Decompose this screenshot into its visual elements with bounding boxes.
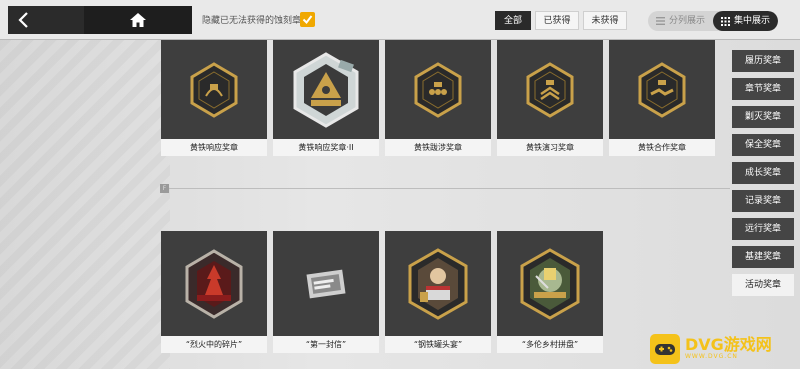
grid-icon xyxy=(721,16,731,26)
medal-card[interactable]: 黄铁演习奖章 xyxy=(497,40,603,156)
view-split-button[interactable]: 分列展示 xyxy=(648,11,713,31)
category-record[interactable]: 履历奖章 xyxy=(732,50,794,72)
medal-card[interactable]: 黄铁跋涉奖章 xyxy=(385,40,491,156)
watermark-title: DVG游戏网 xyxy=(685,335,772,354)
check-icon xyxy=(302,15,313,25)
village-platter-medal-icon xyxy=(520,247,580,320)
first-letter-medal-icon xyxy=(306,269,346,298)
medal-card[interactable]: “多伦乡村拼盘” xyxy=(497,231,603,353)
medal-name: “烈火中的碎片” xyxy=(161,336,267,353)
category-log[interactable]: 记录奖章 xyxy=(732,190,794,212)
category-growth[interactable]: 成长奖章 xyxy=(732,162,794,184)
filter-tabs: 全部 已获得 未获得 xyxy=(495,11,631,30)
category-base[interactable]: 基建奖章 xyxy=(732,246,794,268)
category-preservation[interactable]: 保全奖章 xyxy=(732,134,794,156)
bronze-trek-medal-icon xyxy=(414,61,462,118)
chevron-left-icon xyxy=(18,12,28,28)
view-split-label: 分列展示 xyxy=(669,16,706,26)
filter-all-tab[interactable]: 全部 xyxy=(495,11,531,30)
medal-name: 黄铁响应奖章·II xyxy=(273,139,379,156)
steel-can-feast-medal-icon xyxy=(408,247,468,320)
gamepad-icon xyxy=(650,333,680,364)
filter-unobtained-tab[interactable]: 未获得 xyxy=(583,11,627,30)
category-expedition[interactable]: 远行奖章 xyxy=(732,218,794,240)
section-divider xyxy=(160,188,730,189)
view-grid-button[interactable]: 集中展示 xyxy=(713,11,779,31)
bronze-drill-medal-icon xyxy=(526,61,574,118)
medal-card[interactable]: 黄铁响应奖章 xyxy=(161,40,267,156)
medal-card[interactable]: 黄铁响应奖章·II xyxy=(273,40,379,156)
category-chapter[interactable]: 章节奖章 xyxy=(732,78,794,100)
bronze-response-medal-icon xyxy=(190,61,238,118)
medal-name: 黄铁跋涉奖章 xyxy=(385,139,491,156)
hide-unavailable-label: 隐藏已无法获得的蚀刻章 xyxy=(202,16,302,26)
medal-name: “多伦乡村拼盘” xyxy=(497,336,603,353)
hide-unavailable-checkbox[interactable] xyxy=(300,12,315,27)
medal-name: “钢铁罐头宴” xyxy=(385,336,491,353)
home-button[interactable] xyxy=(84,6,192,34)
watermark-sub: WWW.DVG.CN xyxy=(685,353,738,360)
view-grid-label: 集中展示 xyxy=(734,16,771,26)
category-annihilation[interactable]: 剿灭奖章 xyxy=(732,106,794,128)
medal-name: “第一封信” xyxy=(273,336,379,353)
back-button[interactable] xyxy=(8,6,84,34)
medal-name: 黄铁合作奖章 xyxy=(609,139,715,156)
list-icon xyxy=(656,17,665,25)
medal-name: 黄铁演习奖章 xyxy=(497,139,603,156)
medal-card[interactable]: 黄铁合作奖章 xyxy=(609,40,715,156)
category-event[interactable]: 活动奖章 xyxy=(732,274,794,296)
medal-card[interactable]: “钢铁罐头宴” xyxy=(385,231,491,353)
bronze-cooperation-medal-icon xyxy=(638,61,686,118)
view-toggle: 分列展示 集中展示 xyxy=(648,11,779,31)
category-list: 履历奖章 章节奖章 剿灭奖章 保全奖章 成长奖章 记录奖章 远行奖章 基建奖章 … xyxy=(732,50,794,302)
fire-fragment-medal-icon xyxy=(185,248,243,319)
medal-card[interactable]: “第一封信” xyxy=(273,231,379,353)
section-tag: F xyxy=(160,184,169,193)
background-emblem xyxy=(0,40,170,369)
watermark: DVG游戏网 WWW.DVG.CN xyxy=(650,328,800,369)
top-bar: 隐藏已无法获得的蚀刻章 全部 已获得 未获得 分列展示 集中展示 xyxy=(0,0,800,40)
medal-card[interactable]: “烈火中的碎片” xyxy=(161,231,267,353)
medal-name: 黄铁响应奖章 xyxy=(161,139,267,156)
filter-obtained-tab[interactable]: 已获得 xyxy=(535,11,579,30)
home-icon xyxy=(130,13,146,27)
bronze-response-medal-ii-icon xyxy=(293,51,359,128)
